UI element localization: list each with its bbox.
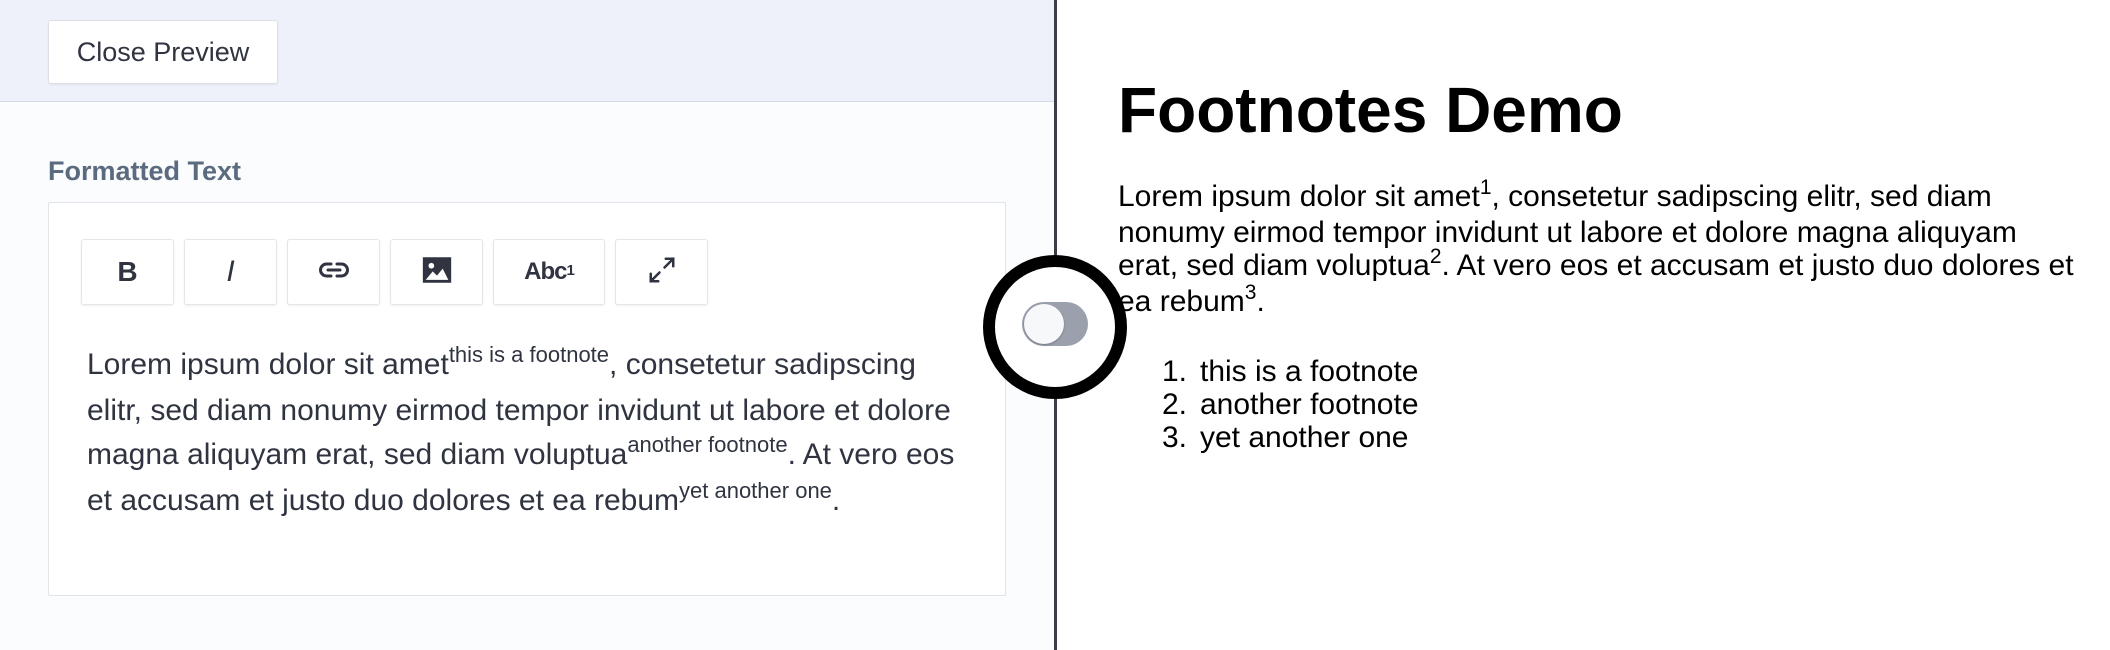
footnote-text: another footnote [1200,388,1419,421]
editor-text: Lorem ipsum dolor sit amet [87,348,449,381]
footnote-ref[interactable]: 3 [1245,281,1257,304]
footnote-number: 1. [1162,355,1188,388]
footnote-text: this is a footnote [1200,355,1419,388]
footnote-button[interactable]: Abc1 [493,239,605,305]
italic-icon: I [226,255,235,288]
footnote-inline[interactable]: another footnote [627,432,787,457]
footnote-item: 2. another footnote [1162,388,2078,421]
editor-text: . [831,484,841,517]
footnote-text: yet another one [1200,421,1409,454]
editor-pane: Close Preview Formatted Text B I Abc1 Lo… [0,0,1054,650]
footnote-list: 1. this is a footnote 2. another footnot… [1118,355,2078,454]
rich-text-editor[interactable]: B I Abc1 Lorem ipsum dolor sit ametthis … [48,202,1006,596]
preview-pane: Footnotes Demo Lorem ipsum dolor sit ame… [1118,72,2078,454]
close-preview-button[interactable]: Close Preview [48,20,278,84]
footnote-inline[interactable]: yet another one [679,478,832,503]
image-button[interactable] [390,239,483,305]
footnote-ref[interactable]: 2 [1430,245,1442,268]
bold-icon: B [117,256,138,287]
expand-icon [647,255,677,290]
formatted-text-label: Formatted Text [48,156,242,186]
preview-title: Footnotes Demo [1118,74,1623,146]
toggle-knob [1024,304,1064,344]
italic-button[interactable]: I [184,239,277,305]
bold-button[interactable]: B [81,239,174,305]
footnote-item: 1. this is a footnote [1162,355,2078,388]
image-icon [420,253,454,292]
link-button[interactable] [287,239,380,305]
footnote-number: 2. [1162,388,1188,421]
preview-toggle[interactable] [1022,302,1088,346]
link-icon [316,252,352,293]
editor-text-area[interactable]: Lorem ipsum dolor sit ametthis is a foot… [87,342,977,525]
footnote-icon: Abc1 [524,258,575,285]
footnote-number: 3. [1162,421,1188,454]
editor-toolbar: B I Abc1 [81,239,708,305]
footnote-ref[interactable]: 1 [1480,176,1492,199]
footnote-item: 3. yet another one [1162,421,2078,454]
editor-top-bar: Close Preview [0,0,1054,102]
footnote-inline[interactable]: this is a footnote [449,342,609,367]
preview-paragraph: Lorem ipsum dolor sit amet1, consetetur … [1118,176,2074,318]
fullscreen-button[interactable] [615,239,708,305]
